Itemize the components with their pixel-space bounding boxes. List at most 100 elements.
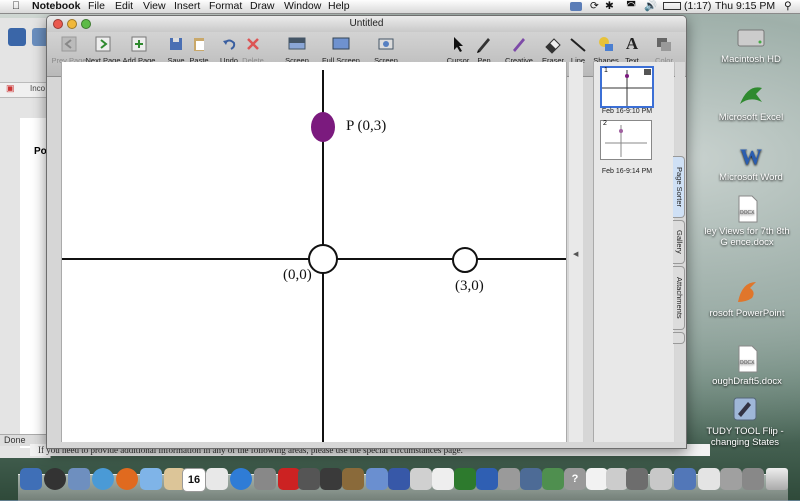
ical-icon[interactable]: 16 bbox=[182, 468, 206, 492]
dock: 16 ? bbox=[0, 462, 800, 501]
apple-icon[interactable]:  bbox=[12, 0, 20, 13]
tab-page-sorter[interactable]: Page Sorter bbox=[673, 156, 685, 218]
safari-icon[interactable] bbox=[92, 468, 114, 490]
pdf-icon[interactable] bbox=[432, 468, 454, 490]
pen-button[interactable]: Pen bbox=[473, 34, 495, 65]
help-icon[interactable]: ? bbox=[564, 468, 586, 490]
menu-draw[interactable]: Draw bbox=[250, 0, 275, 13]
origin-point-marker[interactable] bbox=[308, 244, 338, 274]
battery-time[interactable]: (1:17) bbox=[684, 0, 711, 13]
background-tab-icon[interactable]: ▣ bbox=[6, 83, 15, 94]
sync-icon[interactable]: ⟳ bbox=[590, 0, 599, 13]
excel-icon bbox=[736, 80, 766, 110]
bluetooth-icon[interactable]: ✱ bbox=[605, 0, 614, 13]
menu-help[interactable]: Help bbox=[328, 0, 350, 13]
page-thumbnail[interactable]: 2 bbox=[600, 120, 652, 160]
line-button[interactable]: Line bbox=[567, 34, 589, 65]
prev-page-button[interactable]: Prev Page bbox=[49, 34, 89, 65]
tab-gallery[interactable]: Gallery bbox=[673, 220, 685, 264]
page-sorter: 1 Feb 16-9:10 PM 2 Feb 16-9:14 PM bbox=[593, 62, 674, 442]
menu-edit[interactable]: Edit bbox=[115, 0, 133, 13]
app-icon[interactable] bbox=[542, 468, 564, 490]
textedit-icon[interactable] bbox=[410, 468, 432, 490]
app-icon bbox=[730, 394, 760, 424]
itunes-icon[interactable] bbox=[230, 468, 252, 490]
mail-icon[interactable] bbox=[68, 468, 90, 490]
finder-icon[interactable] bbox=[20, 468, 42, 490]
point-3-0-marker[interactable] bbox=[452, 247, 478, 273]
battery-icon[interactable] bbox=[663, 2, 681, 10]
undo-button[interactable]: Undo bbox=[217, 34, 241, 65]
utility-icon[interactable] bbox=[498, 468, 520, 490]
desktop-icon-microsoft-excel[interactable]: Microsoft Excel bbox=[706, 80, 796, 123]
desktop-icon-docx[interactable]: DOCX ley Views for 7th 8th G ence.docx bbox=[702, 194, 792, 248]
clock[interactable]: Thu 9:15 PM bbox=[715, 0, 775, 13]
wifi-icon[interactable]: ◚ bbox=[626, 0, 636, 13]
imovie-icon[interactable] bbox=[298, 468, 320, 490]
volume-icon[interactable]: 🔊 bbox=[644, 0, 657, 13]
desktop-icon-microsoft-powerpoint[interactable]: rosoft PowerPoint bbox=[702, 276, 792, 319]
next-page-button[interactable]: Next Page bbox=[85, 34, 121, 65]
background-tab-label[interactable]: Inco bbox=[30, 84, 45, 93]
menu-window[interactable]: Window bbox=[284, 0, 321, 13]
background-tool-icon[interactable] bbox=[8, 28, 26, 46]
document-icon[interactable] bbox=[626, 468, 648, 490]
menu-format[interactable]: Format bbox=[209, 0, 242, 13]
folder-stack-icon[interactable] bbox=[674, 468, 696, 490]
screen-shade-icon bbox=[287, 34, 307, 54]
color-button[interactable]: Color bbox=[651, 34, 677, 65]
spaces-icon[interactable] bbox=[320, 468, 342, 490]
canvas-scrollbar[interactable]: ◀ bbox=[569, 62, 583, 442]
app-icon[interactable] bbox=[520, 468, 542, 490]
document-icon[interactable] bbox=[606, 468, 628, 490]
preview-icon[interactable] bbox=[206, 468, 228, 490]
point-p-marker[interactable] bbox=[311, 112, 335, 142]
document-icon[interactable] bbox=[742, 468, 764, 490]
text-button[interactable]: A Text bbox=[621, 34, 643, 65]
shapes-button[interactable]: Shapes bbox=[592, 34, 620, 65]
menu-app-name[interactable]: Notebook bbox=[32, 0, 80, 13]
iphoto-icon[interactable] bbox=[254, 468, 276, 490]
desktop-icon-microsoft-word[interactable]: W Microsoft Word bbox=[706, 140, 796, 183]
notebook-dock-icon[interactable] bbox=[388, 468, 410, 490]
document-icon[interactable] bbox=[698, 468, 720, 490]
tab-attachments[interactable]: Attachments bbox=[673, 266, 685, 330]
spotlight-icon[interactable]: ⚲ bbox=[784, 0, 792, 13]
document-icon[interactable] bbox=[720, 468, 742, 490]
status-menu-icon[interactable] bbox=[570, 2, 582, 11]
downloads-stack-icon[interactable] bbox=[650, 468, 672, 490]
title-bar[interactable]: Untitled bbox=[47, 16, 686, 32]
excel-dock-icon[interactable] bbox=[454, 468, 476, 490]
delete-button[interactable]: Delete bbox=[241, 34, 265, 65]
desktop-icon-study-tool[interactable]: TUDY TOOL Flip - changing States bbox=[700, 394, 790, 448]
save-button[interactable]: Save bbox=[165, 34, 187, 65]
menu-file[interactable]: File bbox=[88, 0, 105, 13]
garageband-icon[interactable] bbox=[342, 468, 364, 490]
document-icon[interactable] bbox=[586, 468, 608, 490]
point-p-label[interactable]: P (0,3) bbox=[346, 118, 386, 135]
desktop-icon-macintosh-hd[interactable]: Macintosh HD bbox=[706, 22, 796, 65]
desktop-icon-roughdraft-docx[interactable]: DOCX oughDraft5.docx bbox=[702, 344, 792, 387]
point-3-0-label[interactable]: (3,0) bbox=[455, 278, 484, 295]
notebook-canvas[interactable]: P (0,3) (0,0) (3,0) bbox=[61, 62, 567, 442]
thumbnail-menu-icon[interactable] bbox=[644, 69, 651, 75]
word-dock-icon[interactable] bbox=[476, 468, 498, 490]
paste-button[interactable]: Paste bbox=[187, 34, 211, 65]
iweb-icon[interactable] bbox=[366, 468, 388, 490]
firefox-icon[interactable] bbox=[116, 468, 138, 490]
origin-label[interactable]: (0,0) bbox=[283, 267, 312, 284]
full-screen-button[interactable]: Full Screen bbox=[321, 34, 361, 65]
add-page-button[interactable]: Add Page bbox=[121, 34, 157, 65]
menu-insert[interactable]: Insert bbox=[174, 0, 200, 13]
menu-view[interactable]: View bbox=[143, 0, 166, 13]
eraser-button[interactable]: Eraser bbox=[541, 34, 565, 65]
photo-booth-icon[interactable] bbox=[278, 468, 300, 490]
cursor-button[interactable]: Cursor bbox=[445, 34, 471, 65]
trash-icon[interactable] bbox=[766, 468, 788, 490]
dashboard-icon[interactable] bbox=[44, 468, 66, 490]
scroll-arrow-icon[interactable]: ◀ bbox=[573, 250, 578, 258]
tab-properties-icon[interactable] bbox=[673, 332, 685, 344]
page-thumbnail[interactable]: 1 bbox=[600, 66, 654, 108]
ichat-icon[interactable] bbox=[140, 468, 162, 490]
color-icon bbox=[654, 34, 674, 54]
